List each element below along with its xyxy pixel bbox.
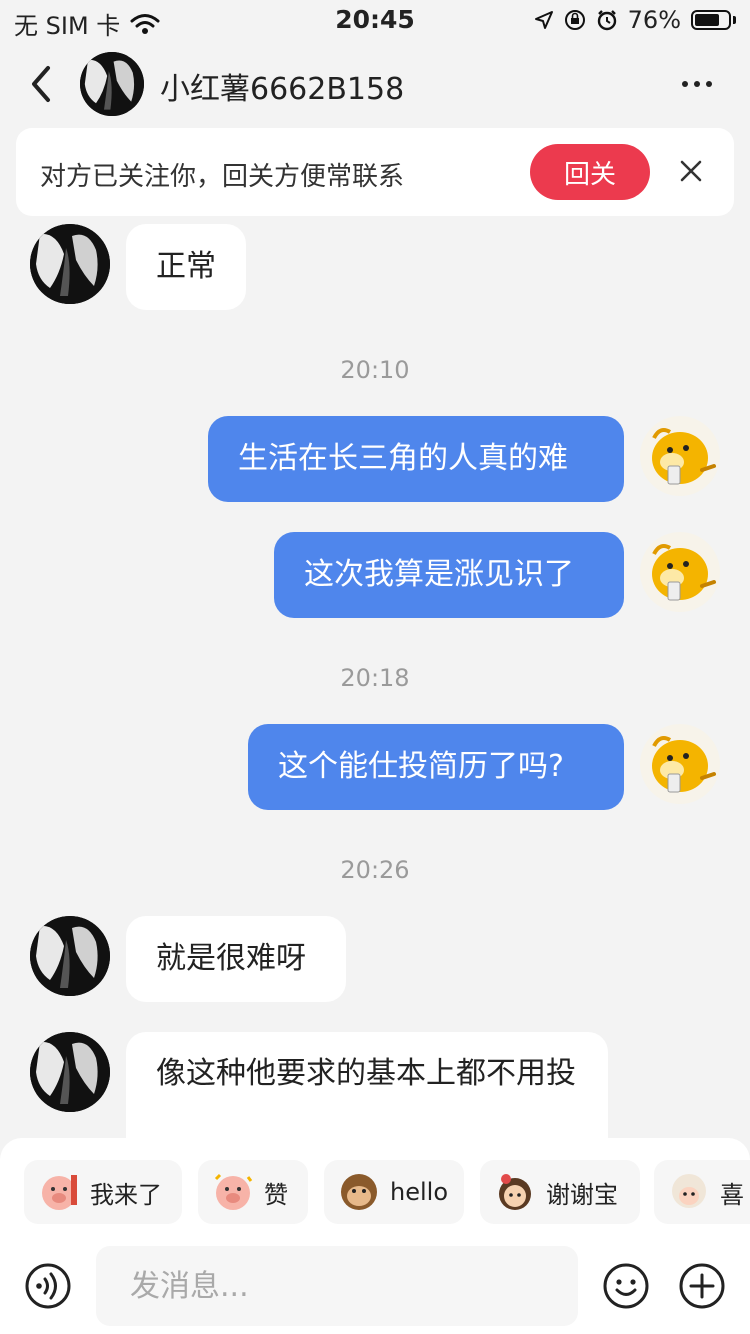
message-timestamp: 20:10 — [340, 356, 410, 384]
close-icon[interactable] — [676, 156, 706, 186]
my-avatar[interactable] — [640, 416, 720, 496]
avatar-image — [30, 1032, 110, 1112]
quick-reply-chip[interactable]: hello — [324, 1160, 464, 1224]
avatar-image — [30, 916, 110, 996]
back-button[interactable] — [24, 62, 64, 106]
banner-text: 对方已关注你，回关方便常联系 — [40, 162, 405, 192]
follow-back-banner: 对方已关注你，回关方便常联系 回关 — [16, 128, 734, 216]
quick-reply-label: 喜 — [720, 1180, 744, 1209]
quick-reply-chip[interactable]: 赞 — [198, 1160, 308, 1224]
contact-name: 小红薯6662B158 — [160, 72, 405, 107]
message-bubble-incoming[interactable]: 正常 — [126, 224, 246, 310]
quick-reply-label: hello — [390, 1178, 448, 1206]
voice-input-icon[interactable] — [24, 1262, 72, 1310]
more-options-button[interactable] — [682, 72, 716, 96]
battery-tip — [733, 16, 736, 24]
message-text: 正常 — [156, 249, 216, 284]
my-avatar[interactable] — [640, 724, 720, 804]
quick-reply-label: 赞 — [264, 1180, 288, 1209]
alarm-icon — [597, 10, 616, 31]
sender-avatar[interactable] — [30, 1032, 110, 1112]
message-text: 就是很难呀 — [156, 941, 306, 976]
message-bubble-incoming[interactable]: 就是很难呀 — [126, 916, 346, 1002]
monkey-sticker-icon — [338, 1171, 380, 1213]
dot-icon — [682, 81, 688, 87]
message-text: 生活在长三角的人真的难 — [238, 441, 568, 476]
status-bar: 无 SIM 卡 20:45 76% — [0, 0, 750, 40]
chat-header: 小红薯6662B158 — [0, 50, 750, 120]
quick-reply-label: 谢谢宝 — [546, 1180, 618, 1209]
emoji-icon[interactable] — [602, 1262, 650, 1310]
plus-icon[interactable] — [678, 1262, 726, 1310]
message-text: 这次我算是涨见识了 — [304, 557, 574, 592]
battery-percent: 76% — [627, 6, 681, 34]
duck-avatar-icon — [652, 544, 716, 601]
message-bubble-outgoing[interactable]: 生活在长三角的人真的难 — [208, 416, 624, 502]
quick-reply-label: 我来了 — [90, 1180, 162, 1209]
status-right: 76% — [534, 6, 736, 34]
message-text: 像这种他要求的基本上都不用投 — [156, 1056, 576, 1091]
message-bubble-outgoing[interactable]: 这次我算是涨见识了 — [274, 532, 624, 618]
quick-reply-chip[interactable]: 喜 — [654, 1160, 750, 1224]
composer-panel: 我来了 赞 hello 谢谢宝 喜 — [0, 1138, 750, 1334]
sender-avatar[interactable] — [30, 916, 110, 996]
quick-reply-chip[interactable]: 谢谢宝 — [480, 1160, 640, 1224]
message-timestamp: 20:18 — [340, 664, 410, 692]
duck-avatar-icon — [652, 736, 716, 793]
quick-reply-row: 我来了 赞 hello 谢谢宝 喜 — [24, 1160, 750, 1226]
avatar-image — [80, 52, 144, 116]
my-avatar[interactable] — [640, 532, 720, 612]
avatar-image — [30, 224, 110, 304]
contact-avatar[interactable] — [80, 52, 144, 116]
orientation-lock-icon — [564, 10, 585, 30]
pig-sticker-icon — [38, 1171, 80, 1213]
pig-sticker-icon — [212, 1171, 254, 1213]
dot-icon — [706, 81, 712, 87]
battery-icon — [691, 10, 731, 30]
message-text: 这个能仕投简历了吗? — [278, 749, 564, 784]
location-arrow-icon — [534, 11, 553, 29]
dot-icon — [694, 81, 700, 87]
sender-avatar[interactable] — [30, 224, 110, 304]
input-row — [0, 1242, 750, 1326]
message-input[interactable] — [96, 1246, 578, 1326]
duck-avatar-icon — [652, 428, 716, 485]
quick-reply-chip[interactable]: 我来了 — [24, 1160, 182, 1224]
girl-sticker-icon — [494, 1171, 536, 1213]
message-bubble-outgoing[interactable]: 这个能仕投简历了吗? — [248, 724, 624, 810]
sheep-sticker-icon — [668, 1171, 710, 1213]
follow-back-button[interactable]: 回关 — [530, 144, 650, 200]
message-timestamp: 20:26 — [340, 856, 410, 884]
